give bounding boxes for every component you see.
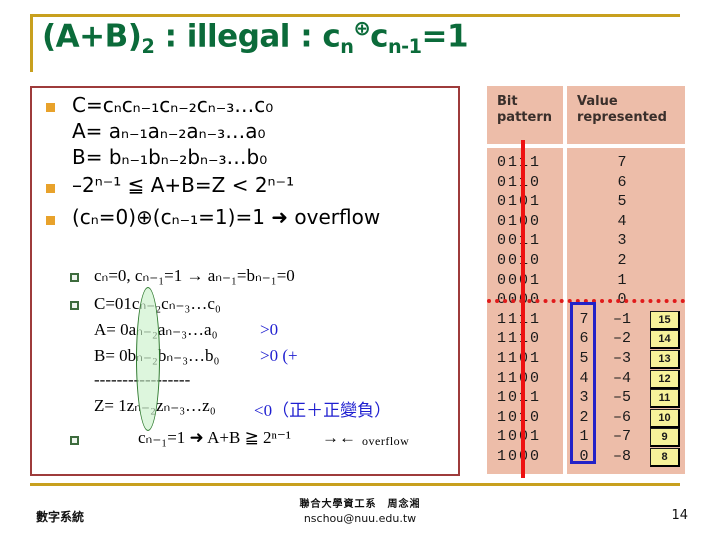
bullet-marker-level1 (46, 103, 55, 112)
title-subscript-n-minus-1: n-1 (387, 34, 422, 58)
cell-value-represented: –4 (612, 369, 631, 387)
bullet-marker-level2 (70, 301, 79, 310)
sub-line-B-sign-tag: >0 (+ (260, 346, 298, 365)
title-c-second: c (370, 18, 388, 55)
sub-line-Z-result: Z= 1zₙ₋₂zₙ₋₃…z₀ (94, 396, 216, 415)
contradiction-arrows-icon: →← (322, 428, 356, 447)
cell-unsigned-value-box: 8 (650, 448, 680, 467)
title-subscript-2: 2 (141, 34, 155, 58)
bullet-marker-level2 (70, 436, 79, 445)
cell-unsigned-value-box: 10 (650, 408, 680, 428)
sub-line-Z-sign-tag: <0（正＋正變負） (254, 401, 392, 420)
cell-value-represented: 3 (617, 232, 627, 250)
header-bottom-divider (487, 144, 685, 148)
table-header-value-represented: Value represented (567, 86, 685, 144)
sub-line-A-sign-tag: >0 (260, 320, 279, 339)
cell-bit-pattern: 1101 (497, 350, 542, 367)
formula-line-range: –2ⁿ⁻¹ ≦ A+B=Z < 2ⁿ⁻¹ (72, 173, 295, 197)
header-column-divider (563, 86, 567, 144)
sub-line-C-expansion: C=01cₙ₋₂cₙ₋₃…c₀ (94, 294, 221, 313)
cell-value-represented: 4 (617, 212, 627, 230)
cell-value-represented: 1 (617, 271, 627, 289)
cell-bit-pattern: 1110 (497, 330, 542, 348)
cell-value-represented: –1 (612, 310, 631, 328)
cell-bit-pattern: 0001 (497, 271, 542, 289)
cell-value-represented: 7 (617, 154, 627, 171)
title-equals-one: =1 (421, 18, 469, 55)
cell-value-represented: –6 (612, 408, 631, 426)
footer-email: nschou@nuu.edu.tw (303, 511, 417, 525)
cell-value-represented: 6 (617, 173, 627, 191)
table-row: 0110 6 (487, 174, 685, 193)
table-row: 0011 3 (487, 232, 685, 251)
cell-unsigned-value-box: 11 (650, 389, 680, 409)
sub-line-carry-condition: cₙ=0, cₙ₋₁=1 → aₙ₋₁=bₙ₋₁=0 (94, 266, 295, 285)
table-header-row: Bit pattern Value represented (487, 86, 685, 148)
cell-unsigned-value-box: 13 (650, 350, 680, 369)
bullet-marker-level1 (46, 184, 55, 193)
cell-unsigned-value-box: 14 (650, 330, 680, 350)
formula-line-C: C=cₙcₙ₋₁cₙ₋₂cₙ₋₃…c₀ (72, 93, 274, 117)
sub-line-B-expansion: B= 0bₙ₋₂bₙ₋₃…b₀ (94, 346, 220, 365)
cell-bit-pattern: 1001 (497, 428, 542, 446)
xor-operator-icon: ⊕ (353, 15, 371, 40)
cell-bit-pattern: 1100 (497, 369, 542, 387)
cell-value-represented: –8 (612, 448, 631, 465)
sign-bit-marker-line (521, 140, 525, 478)
cell-bit-pattern: 1000 (497, 448, 542, 465)
content-panel: C=cₙcₙ₋₁cₙ₋₂cₙ₋₃…c₀ A= aₙ₋₁aₙ₋₂aₙ₋₃…a₀ B… (30, 86, 460, 476)
cell-value-represented: 5 (617, 193, 627, 211)
slide-title-bar: (A+B)2 : illegal : cn⊕cn-1=1 (30, 14, 680, 74)
cell-value-represented: –2 (612, 330, 631, 348)
title-rule-left (30, 14, 33, 72)
page-title: (A+B)2 : illegal : cn⊕cn-1=1 (42, 15, 469, 58)
cell-value-represented: –7 (612, 428, 631, 446)
table-header-bit-pattern: Bit pattern (487, 86, 563, 144)
formula-line-xor-overflow: (cₙ=0)⊕(cₙ₋₁=1)=1 ➜ overflow (72, 205, 381, 229)
cell-unsigned-value-box: 15 (650, 310, 680, 330)
cell-bit-pattern: 0110 (497, 173, 542, 191)
magnitude-column-highlight-box (570, 302, 596, 464)
formula-line-A: A= aₙ₋₁aₙ₋₂aₙ₋₃…a₀ (72, 119, 266, 143)
footer-department: 聯合大學資工系 周念湘 (299, 499, 421, 510)
sub-line-dashes: ----------------- (94, 370, 191, 389)
cell-unsigned-value-box: 12 (650, 369, 680, 389)
cell-unsigned-value-box: 9 (650, 428, 680, 448)
formula-line-B: B= bₙ₋₁bₙ₋₂bₙ₋₃…b₀ (72, 145, 268, 169)
header-bit-line1: Bit (497, 94, 518, 109)
bullet-marker-level1 (46, 216, 55, 225)
footer-page-number: 14 (671, 508, 688, 523)
table-row: 0100 4 (487, 213, 685, 232)
sub-line-A-expansion: A= 0aₙ₋₂aₙ₋₃…a₀ (94, 320, 218, 339)
header-value-line1: Value (577, 94, 618, 109)
overflow-annotation: overflow (362, 434, 410, 448)
footer-credit: 聯合大學資工系 周念湘 nschou@nuu.edu.tw (0, 498, 720, 526)
table-row: 0111 7 (487, 154, 685, 173)
cell-bit-pattern: 1011 (497, 389, 542, 407)
cell-bit-pattern: 0011 (497, 232, 542, 250)
sub-line-overflow-conclusion: cₙ₋₁=1 ➜ A+B ≧ 2ⁿ⁻¹ (138, 428, 291, 447)
table-row: 0101 5 (487, 193, 685, 212)
cell-bit-pattern: 0010 (497, 252, 542, 269)
cell-bit-pattern: 0101 (497, 193, 542, 211)
cell-value-represented: 2 (617, 252, 627, 269)
header-bit-line2: pattern (497, 109, 552, 125)
cell-value-represented: –3 (612, 350, 631, 367)
cell-bit-pattern: 1111 (497, 310, 542, 328)
footer-rule (30, 483, 680, 486)
table-row: 0001 1 (487, 272, 685, 291)
cell-bit-pattern: 1010 (497, 408, 542, 426)
cell-value-represented: –5 (612, 389, 631, 407)
cell-bit-pattern: 0100 (497, 212, 542, 230)
title-subscript-n: n (340, 34, 354, 58)
cell-bit-pattern: 0111 (497, 154, 542, 171)
table-row: 0010 2 (487, 252, 685, 271)
title-expr-ab: (A+B) (42, 18, 142, 55)
header-value-line2: represented (577, 109, 667, 125)
bullet-marker-level2 (70, 273, 79, 282)
title-mid-text: : illegal : c (154, 18, 341, 55)
